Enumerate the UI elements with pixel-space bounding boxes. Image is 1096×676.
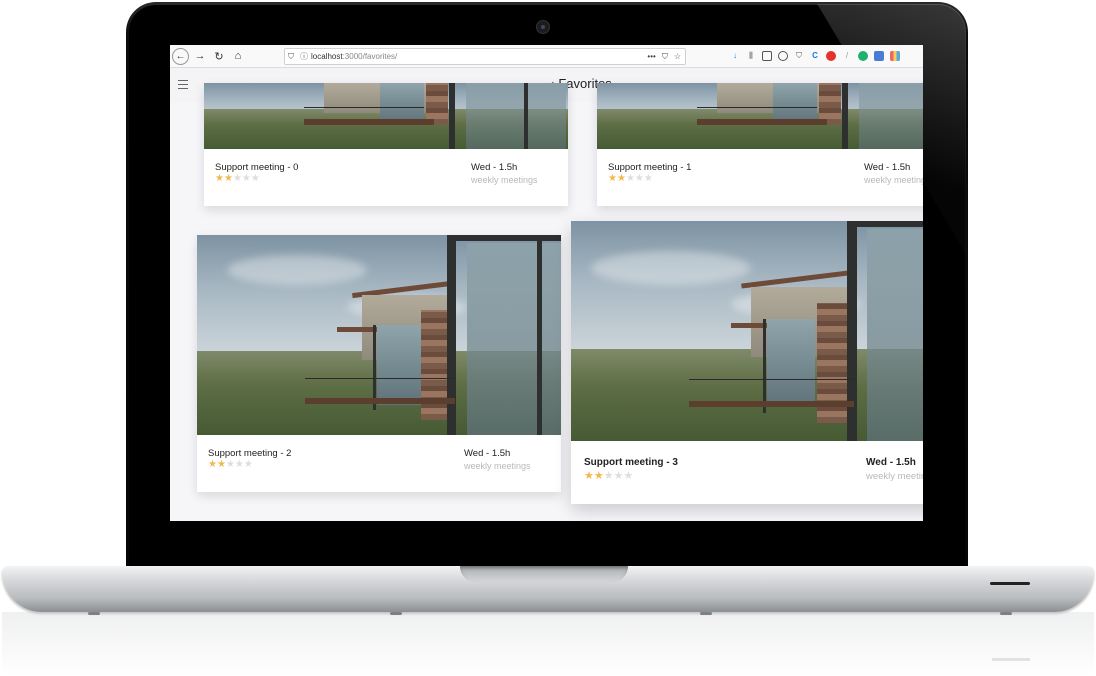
url-actions: ••• ⛉ ☆	[647, 49, 681, 64]
browser-toolbar: ← → ↻ ⌂ ⛉ ⓘ localhost:3000/favorites/ ••…	[170, 45, 923, 68]
house-photo	[597, 83, 923, 149]
laptop-reflection	[2, 612, 1094, 676]
shield-icon[interactable]: ⛉	[288, 52, 294, 62]
star-icon-empty: ★★★	[232, 173, 260, 184]
reflection-slot	[992, 658, 1030, 661]
meeting-category: weekly meetings	[864, 175, 923, 185]
home-icon[interactable]: ⌂	[230, 48, 246, 64]
meeting-duration: 1.5h	[498, 162, 518, 173]
screen: ← → ↻ ⌂ ⛉ ⓘ localhost:3000/favorites/ ••…	[170, 45, 923, 521]
meeting-name: Support meeting	[215, 162, 285, 173]
meeting-title: Support meeting - 2	[208, 448, 292, 459]
meeting-number: 0	[293, 162, 299, 173]
meeting-time: Wed - 1.5h	[866, 457, 916, 468]
extension-red-icon[interactable]	[826, 51, 836, 61]
meeting-card[interactable]: Support meeting - 1 ★★★★★ Wed - 1.5h wee…	[597, 83, 923, 206]
base-slot	[990, 582, 1030, 585]
house-photo	[197, 235, 561, 435]
meeting-name: Support meeting	[584, 457, 664, 468]
meeting-card[interactable]: Support meeting - 0 ★★★★★ Wed - 1.5h wee…	[204, 83, 568, 206]
meeting-time: Wed - 1.5h	[464, 448, 511, 459]
extensions-bar: ↓ ⫼ ⛉ C /	[730, 48, 900, 64]
account-icon[interactable]	[778, 51, 788, 61]
house-photo	[571, 221, 923, 441]
library-icon[interactable]: ⫼	[746, 51, 756, 61]
meeting-title: Support meeting - 1	[608, 162, 692, 173]
extension-blue-icon[interactable]	[874, 51, 884, 61]
meeting-category: weekly meetings	[866, 471, 923, 482]
url-path: :3000/favorites/	[342, 52, 398, 61]
extension-flag-icon[interactable]	[890, 51, 900, 61]
star-rating: ★★★★★	[208, 459, 253, 470]
download-icon[interactable]: ↓	[730, 51, 740, 61]
back-icon[interactable]: ←	[172, 47, 189, 65]
meeting-day: Wed	[471, 162, 491, 173]
meeting-title: Support meeting - 0	[215, 162, 299, 173]
meeting-card[interactable]: Support meeting - 3 ★★★★★ Wed - 1.5h wee…	[571, 221, 923, 504]
meeting-card[interactable]: Support meeting - 2 ★★★★★ Wed - 1.5h wee…	[197, 235, 561, 492]
meeting-number: 2	[286, 448, 292, 459]
star-rating: ★★★★★	[584, 469, 633, 482]
meeting-duration: 1.5h	[891, 162, 911, 173]
page-actions-icon[interactable]: •••	[647, 52, 655, 61]
meeting-time: Wed - 1.5h	[471, 162, 518, 173]
star-icon-empty: ★★★	[225, 459, 253, 470]
star-icon-filled: ★★	[208, 459, 226, 470]
house-photo	[204, 83, 568, 149]
star-icon-empty: ★★★	[625, 173, 653, 184]
meeting-name: Support meeting	[608, 162, 678, 173]
info-icon[interactable]: ⓘ	[300, 51, 308, 62]
meeting-name: Support meeting	[208, 448, 278, 459]
meeting-category: weekly meetings	[471, 175, 538, 185]
privacy-shield-icon[interactable]: ⛉	[794, 51, 804, 61]
meeting-day: Wed	[866, 457, 887, 468]
meeting-day: Wed	[464, 448, 484, 459]
extension-green-icon[interactable]	[858, 51, 868, 61]
meeting-category: weekly meetings	[464, 461, 531, 471]
meeting-duration: 1.5h	[491, 448, 511, 459]
sidebar-icon[interactable]	[762, 51, 772, 61]
meeting-number: 3	[672, 457, 678, 468]
meeting-title: Support meeting - 3	[584, 457, 678, 468]
extension-pen-icon[interactable]: /	[842, 51, 852, 61]
star-icon-filled: ★★	[584, 470, 604, 482]
url-host: localhost	[311, 52, 343, 61]
extension-c-icon[interactable]: C	[810, 51, 820, 61]
lid-opening-notch	[460, 566, 628, 582]
star-icon-filled: ★★	[215, 173, 233, 184]
meeting-time: Wed - 1.5h	[864, 162, 911, 173]
meeting-duration: 1.5h	[895, 457, 916, 468]
pocket-icon[interactable]: ⛉	[662, 52, 668, 62]
star-rating: ★★★★★	[608, 173, 653, 184]
webcam	[536, 20, 550, 34]
url-text[interactable]: localhost:3000/favorites/	[311, 52, 397, 61]
star-rating: ★★★★★	[215, 173, 260, 184]
forward-icon[interactable]: →	[192, 48, 208, 64]
meeting-number: 1	[686, 162, 692, 173]
url-bar[interactable]: ⛉ ⓘ localhost:3000/favorites/ ••• ⛉ ☆	[284, 48, 686, 65]
star-icon-empty: ★★★	[603, 470, 634, 482]
hamburger-menu-icon[interactable]	[178, 80, 188, 89]
meeting-day: Wed	[864, 162, 884, 173]
reload-icon[interactable]: ↻	[211, 48, 227, 64]
star-icon-filled: ★★	[608, 173, 626, 184]
bookmark-star-icon[interactable]: ☆	[674, 52, 681, 61]
